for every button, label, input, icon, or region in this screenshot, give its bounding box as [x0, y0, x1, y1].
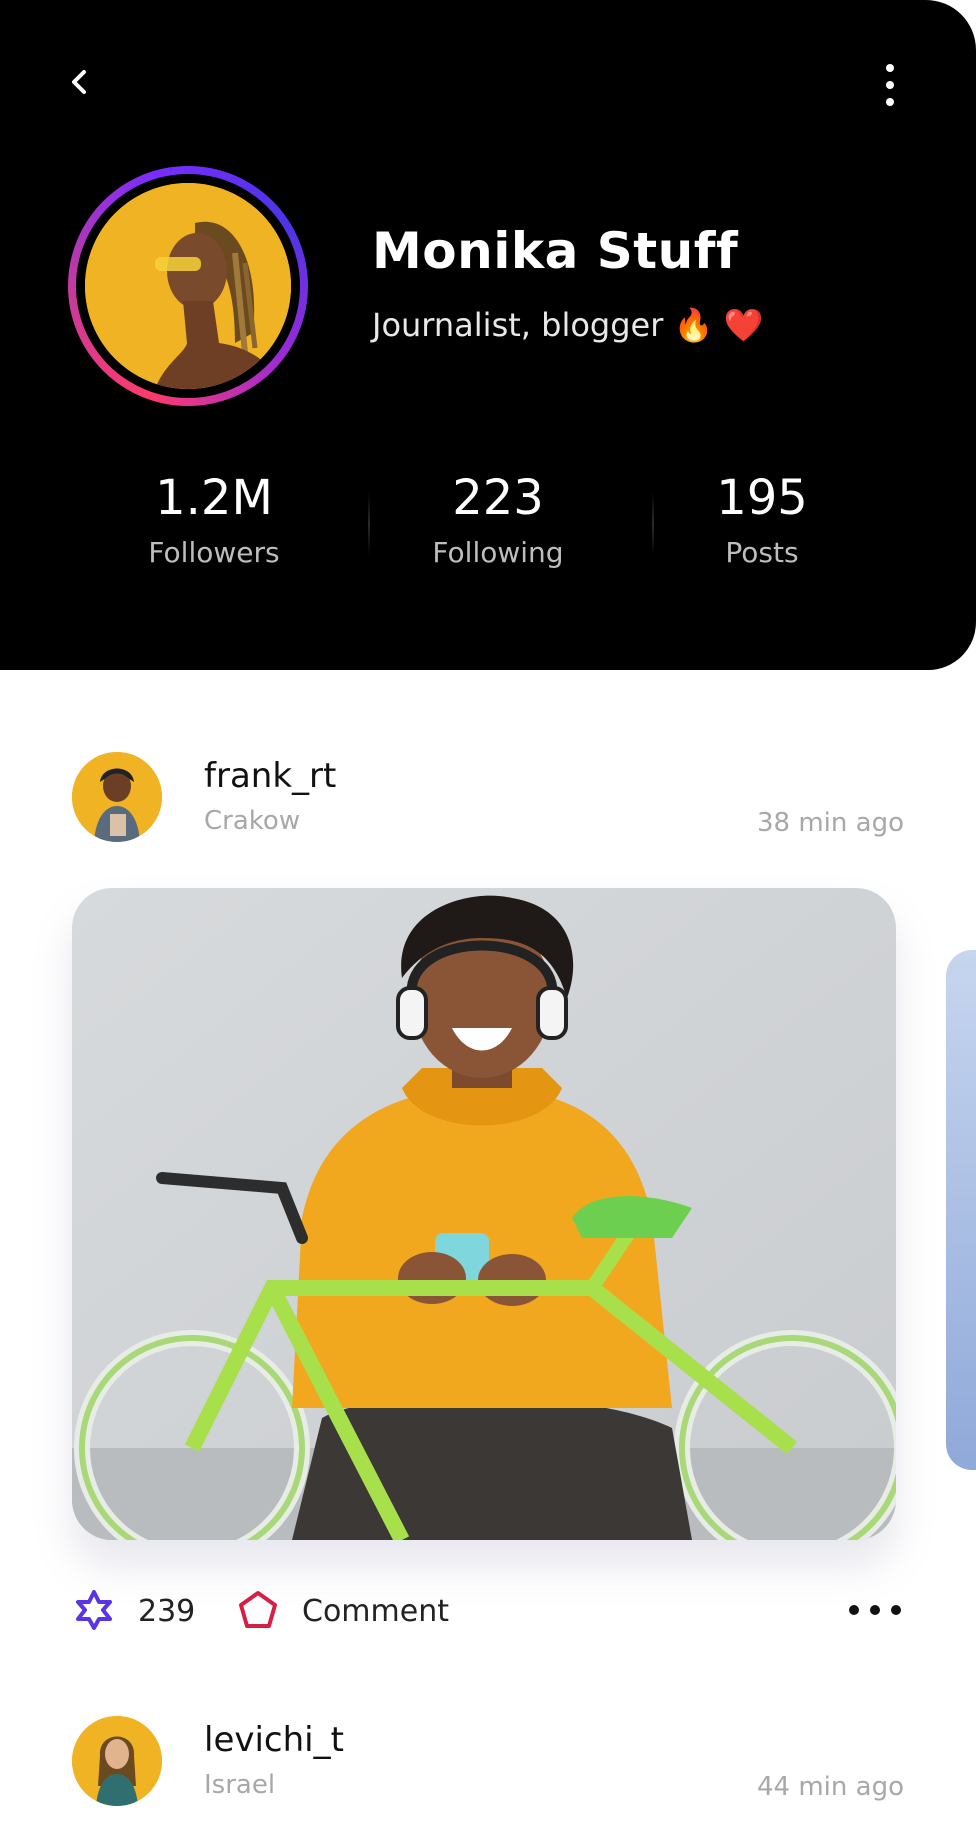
stat-label: Following: [432, 536, 564, 569]
post-actions: 239 Comment: [72, 1584, 904, 1638]
post-username[interactable]: levichi_t: [204, 1720, 344, 1760]
like-button[interactable]: [72, 1588, 116, 1632]
chevron-left-icon: [72, 70, 86, 94]
post-location: Israel: [204, 1770, 276, 1800]
stat-value: 195: [716, 470, 808, 526]
comment-button[interactable]: [236, 1588, 280, 1632]
star-icon: [76, 1590, 112, 1630]
post-username[interactable]: frank_rt: [204, 756, 336, 796]
profile-name: Monika Stuff: [372, 222, 739, 280]
post-more-button[interactable]: [846, 1590, 904, 1630]
post-location: Crakow: [204, 806, 301, 836]
stat-following[interactable]: 223 Following: [368, 470, 628, 569]
pentagon-icon: [239, 1591, 277, 1628]
more-vertical-icon: [886, 64, 894, 106]
stat-label: Followers: [148, 536, 280, 569]
post-author-avatar[interactable]: [72, 1716, 162, 1806]
next-post-card-peek[interactable]: [946, 950, 976, 1470]
profile-avatar: [85, 183, 291, 389]
post-timestamp: 44 min ago: [757, 1772, 904, 1802]
stat-value: 223: [452, 470, 544, 526]
profile-bio: Journalist, blogger 🔥 ❤️: [372, 306, 764, 344]
comment-label[interactable]: Comment: [302, 1594, 449, 1629]
back-button[interactable]: [60, 62, 100, 102]
stat-posts[interactable]: 195 Posts: [632, 470, 892, 569]
stat-followers[interactable]: 1.2M Followers: [84, 470, 344, 569]
stat-label: Posts: [725, 536, 799, 569]
post-photo: [72, 888, 896, 1540]
post-header: levichi_t Israel 44 min ago: [72, 1716, 904, 1816]
post-image[interactable]: [72, 888, 896, 1540]
profile-photo: [85, 183, 291, 389]
post-timestamp: 38 min ago: [757, 808, 904, 838]
post-author-avatar[interactable]: [72, 752, 162, 842]
profile-avatar-ring[interactable]: [68, 166, 308, 406]
more-horizontal-icon: [849, 1605, 901, 1615]
profile-stats: 1.2M Followers 223 Following 195 Posts: [60, 470, 920, 590]
profile-header: Monika Stuff Journalist, blogger 🔥 ❤️ 1.…: [0, 0, 976, 670]
like-count: 239: [138, 1594, 196, 1629]
post-header: frank_rt Crakow 38 min ago: [72, 752, 904, 852]
stat-value: 1.2M: [155, 470, 273, 526]
more-options-button[interactable]: [870, 60, 910, 110]
